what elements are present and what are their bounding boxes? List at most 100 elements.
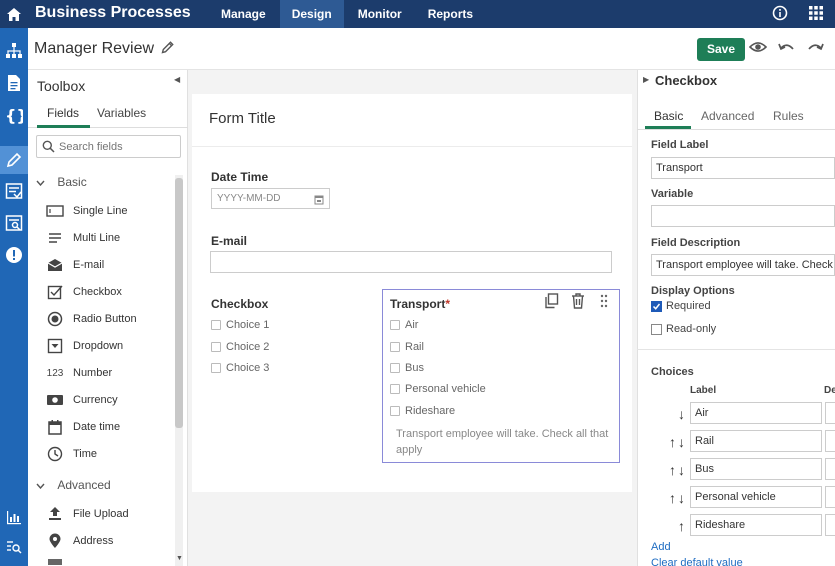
form-designer-icon[interactable] <box>0 146 28 174</box>
field-label-title: Field Label <box>651 139 709 151</box>
form-search-icon[interactable] <box>3 212 25 234</box>
field-file-upload[interactable]: File Upload <box>46 503 176 525</box>
checkbox-box[interactable] <box>390 342 400 352</box>
checkbox-box[interactable] <box>390 363 400 373</box>
choice-default-input[interactable] <box>825 514 835 536</box>
tab-advanced[interactable]: Advanced <box>701 109 754 123</box>
readonly-label: Read-only <box>666 323 717 335</box>
collapse-right-icon[interactable]: ▶ <box>643 75 649 84</box>
field-currency[interactable]: Currency <box>46 389 176 411</box>
undo-icon[interactable] <box>778 39 796 58</box>
toolbox-scroll-thumb[interactable] <box>175 178 183 428</box>
search-input[interactable] <box>59 139 177 155</box>
choice-label-input[interactable]: Rail <box>690 430 822 452</box>
reorder-arrows-icon[interactable]: ↑ <box>651 518 687 534</box>
checkbox-choice[interactable]: Choice 3 <box>211 362 269 374</box>
delete-icon[interactable] <box>571 293 585 312</box>
preview-eye-icon[interactable] <box>748 39 768 58</box>
readonly-toggle[interactable]: Read-only <box>651 323 716 335</box>
field-single-line[interactable]: Single Line <box>46 200 176 222</box>
checkbox-box[interactable] <box>211 363 221 373</box>
variable-input[interactable] <box>651 205 835 227</box>
choice-label-input[interactable]: Personal vehicle <box>690 486 822 508</box>
field-dropdown[interactable]: Dropdown <box>46 335 176 357</box>
checkbox-choice[interactable]: Choice 2 <box>211 341 269 353</box>
document-icon[interactable] <box>3 72 25 94</box>
form-list-icon[interactable] <box>3 180 25 202</box>
nav-monitor[interactable]: Monitor <box>346 0 414 28</box>
reorder-arrows-icon[interactable]: ↓ <box>651 406 687 422</box>
field-number[interactable]: 123 Number <box>46 362 176 384</box>
field-address[interactable]: Address <box>46 530 176 552</box>
choice-row: ↑↓ Bus <box>651 458 835 482</box>
variables-icon[interactable]: {} <box>3 104 25 126</box>
tab-fields[interactable]: Fields <box>47 106 79 120</box>
form-title[interactable]: Form Title <box>209 110 276 127</box>
info-icon[interactable] <box>772 5 788 24</box>
choice-label: Rail <box>405 341 424 353</box>
field-time[interactable]: Time <box>46 443 176 465</box>
email-field[interactable] <box>210 251 612 273</box>
choice-label-input[interactable]: Rideshare <box>690 514 822 536</box>
nav-manage[interactable]: Manage <box>209 0 278 28</box>
choice-label-input[interactable]: Bus <box>690 458 822 480</box>
nav-design[interactable]: Design <box>279 0 344 28</box>
copy-icon[interactable] <box>544 293 559 312</box>
required-toggle[interactable]: Required <box>651 300 711 312</box>
reorder-arrows-icon[interactable]: ↑↓ <box>651 462 687 478</box>
field-checkbox[interactable]: Checkbox <box>46 281 176 303</box>
field-label-input[interactable]: Transport <box>651 157 835 179</box>
field-radio-button[interactable]: Radio Button <box>46 308 176 330</box>
choice-label-input[interactable]: Air <box>690 402 822 424</box>
checkbox-box[interactable] <box>211 342 221 352</box>
upload-icon <box>46 506 64 522</box>
envelope-icon <box>46 257 64 273</box>
checkbox-box[interactable] <box>390 384 400 394</box>
collapse-left-icon[interactable]: ◀ <box>174 75 180 84</box>
transport-choice[interactable]: Air <box>390 319 418 331</box>
transport-choice[interactable]: Rail <box>390 341 424 353</box>
calendar-icon[interactable] <box>314 193 324 212</box>
field-email[interactable]: E-mail <box>46 254 176 276</box>
active-tab-indicator <box>37 125 90 128</box>
field-multi-line[interactable]: Multi Line <box>46 227 176 249</box>
home-icon[interactable] <box>0 0 28 28</box>
choice-default-input[interactable] <box>825 402 835 424</box>
choice-default-input[interactable] <box>825 430 835 452</box>
required-checkbox[interactable] <box>651 300 662 312</box>
choice-default-input[interactable] <box>825 458 835 480</box>
checkbox-box[interactable] <box>390 406 400 416</box>
drag-handle-icon[interactable] <box>600 294 608 311</box>
checkbox-choice[interactable]: Choice 1 <box>211 319 269 331</box>
alert-icon[interactable] <box>3 244 25 266</box>
field-date-time[interactable]: Date time <box>46 416 176 438</box>
add-choice-link[interactable]: Add <box>651 541 671 553</box>
scroll-down-icon[interactable]: ▼ <box>176 555 183 562</box>
analytics-icon[interactable] <box>3 506 25 528</box>
variable-title: Variable <box>651 188 694 200</box>
edit-name-icon[interactable] <box>161 40 175 57</box>
group-advanced-toggle[interactable]: Advanced <box>36 478 111 492</box>
tab-basic[interactable]: Basic <box>654 109 683 123</box>
nav-reports[interactable]: Reports <box>416 0 485 28</box>
field-description-input[interactable]: Transport employee will take. Check a <box>651 254 835 276</box>
app-grid-icon[interactable] <box>808 5 824 24</box>
transport-choice[interactable]: Personal vehicle <box>390 383 486 395</box>
transport-choice[interactable]: Rideshare <box>390 405 455 417</box>
reorder-arrows-icon[interactable]: ↑↓ <box>651 490 687 506</box>
save-button[interactable]: Save <box>697 38 745 61</box>
reorder-arrows-icon[interactable]: ↑↓ <box>651 434 687 450</box>
tab-variables[interactable]: Variables <box>97 106 146 120</box>
clear-default-link[interactable]: Clear default value <box>651 557 743 566</box>
process-map-icon[interactable] <box>3 40 25 62</box>
checkbox-box[interactable] <box>211 320 221 330</box>
checkbox-box[interactable] <box>390 320 400 330</box>
readonly-checkbox[interactable] <box>651 323 662 335</box>
search-list-icon[interactable] <box>3 536 25 558</box>
transport-choice[interactable]: Bus <box>390 362 424 374</box>
redo-icon[interactable] <box>806 39 824 58</box>
tab-rules[interactable]: Rules <box>773 109 804 123</box>
choice-default-input[interactable] <box>825 486 835 508</box>
group-basic-toggle[interactable]: Basic <box>36 175 87 189</box>
date-time-input[interactable]: YYYY-MM-DD <box>211 188 330 209</box>
